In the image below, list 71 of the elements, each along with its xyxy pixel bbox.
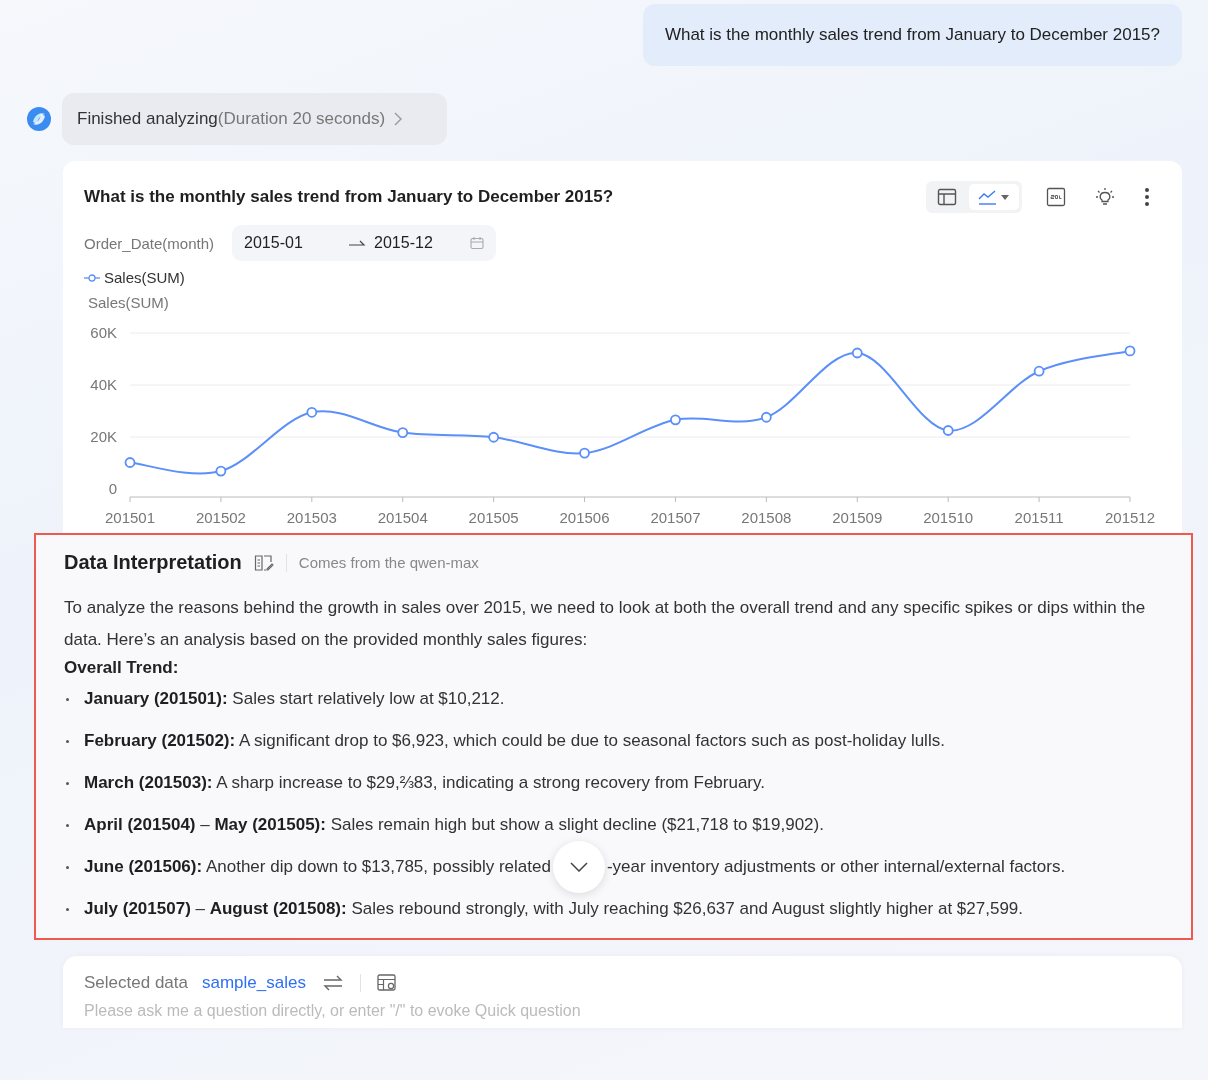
x-tick-label: 201512 [1104, 509, 1156, 526]
bullet-icon [66, 739, 69, 743]
data-point [397, 427, 409, 438]
bullet-icon [66, 907, 69, 911]
table-icon [937, 188, 957, 206]
interpretation-title: Data Interpretation [64, 551, 242, 574]
bullet-icon [66, 865, 69, 869]
table-preview-icon [376, 974, 397, 992]
bullet-icon [66, 823, 69, 827]
analysis-status-button[interactable]: Finished analyzing(Duration 20 seconds) [62, 93, 448, 145]
x-tick-label: 201510 [923, 509, 974, 526]
x-tick-label: 201507 [650, 509, 701, 526]
data-point [124, 457, 136, 468]
list-item-text: July (201507) – August (201508): Sales rebound strongly, with July reaching $26,637 and August slightly higher at $27,599. [84, 899, 1024, 919]
x-tick-label: 201504 [377, 509, 428, 526]
x-tick-label: 201509 [832, 509, 883, 526]
data-point [670, 414, 681, 426]
model-source-note: Comes from the qwen-max [298, 554, 479, 571]
y-axis-title: Sales(SUM) [88, 294, 170, 311]
legend-marker-icon [84, 272, 100, 283]
bullet-icon [66, 781, 69, 785]
chevron-down-icon [569, 862, 588, 872]
line-chart-view-button[interactable] [969, 184, 1019, 210]
x-tick-label: 201506 [559, 509, 610, 526]
data-point [1124, 345, 1136, 357]
question-input[interactable]: Please ask me a question directly, or enter "/" to evoke Quick question [84, 1000, 1161, 1022]
interpretation-paragraph: To analyze the reasons behind the growth in sales over 2015, we need to look at both the overall trend and any specific spikes or dips within the data. Here’s an analysis based on the provided monthly sales figures: [64, 597, 1147, 651]
data-point [760, 411, 772, 423]
lightbulb-icon [1094, 186, 1116, 208]
data-point [215, 465, 227, 477]
chevron-right-icon [393, 111, 404, 127]
user-message: What is the monthly sales trend from January to December 2015? [642, 4, 1182, 66]
list-item-text: -year inventory adjustments or other internal/external factors. [606, 857, 1066, 877]
y-tick-label: 20K [90, 428, 117, 445]
data-point [306, 406, 318, 418]
date-range-field[interactable]: 2015-01 2015-12 [232, 225, 497, 261]
sql-icon [1046, 187, 1066, 207]
section-heading: Overall Trend: [64, 658, 180, 678]
list-item-text: February (201502): A significant drop to $6,923, which could be due to seasonal factors such as post-holiday lulls. [84, 731, 945, 751]
book-edit-icon [253, 553, 274, 572]
data-point [1033, 365, 1045, 377]
data-point [579, 447, 590, 459]
x-tick-label: 201511 [1014, 509, 1064, 526]
list-item-text: March (201503): A sharp increase to $29,⅔83, indicating a strong recovery from February. [84, 773, 765, 793]
line-chart-icon [977, 188, 1011, 206]
data-point [851, 347, 863, 359]
dataset-link[interactable]: sample_sales [201, 973, 306, 993]
table-preview-button[interactable] [374, 972, 399, 994]
list-item-text: January (201501): Sales start relatively low at $10,212. [84, 689, 505, 709]
legend-label: Sales(SUM) [104, 269, 185, 286]
x-tick-label: 201503 [286, 509, 337, 526]
data-point [488, 431, 500, 443]
list-item-text: June (201506): Another dip down to $13,785, possibly related [84, 857, 551, 877]
filter-label: Order_Date(month) [84, 234, 215, 252]
calendar-icon [470, 236, 485, 250]
chart-title: What is the monthly sales trend from January to December 2015? [84, 187, 614, 207]
y-tick-label: 40K [90, 376, 117, 393]
selected-data-label: Selected data [84, 973, 188, 993]
list-item-text: April (201504) – May (201505): Sales remain high but show a slight decline ($21,718 to $19,902). [84, 815, 824, 835]
data-point [942, 425, 954, 436]
question-composer-field[interactable]: Selected data sample_sales Please ask me a question directly, or enter "/" to evoke Quick question [63, 956, 1182, 1028]
swap-arrows-icon [321, 975, 344, 991]
bullet-icon [66, 697, 69, 701]
x-tick-label: 201508 [741, 509, 792, 526]
assistant-logo-icon [26, 106, 52, 132]
y-tick-label: 60K [90, 324, 117, 341]
x-tick-label: 201502 [195, 509, 246, 526]
y-tick-label: 0 [108, 480, 117, 497]
more-options-icon [1144, 187, 1150, 207]
x-tick-label: 201501 [104, 509, 156, 526]
x-tick-label: 201505 [468, 509, 519, 526]
